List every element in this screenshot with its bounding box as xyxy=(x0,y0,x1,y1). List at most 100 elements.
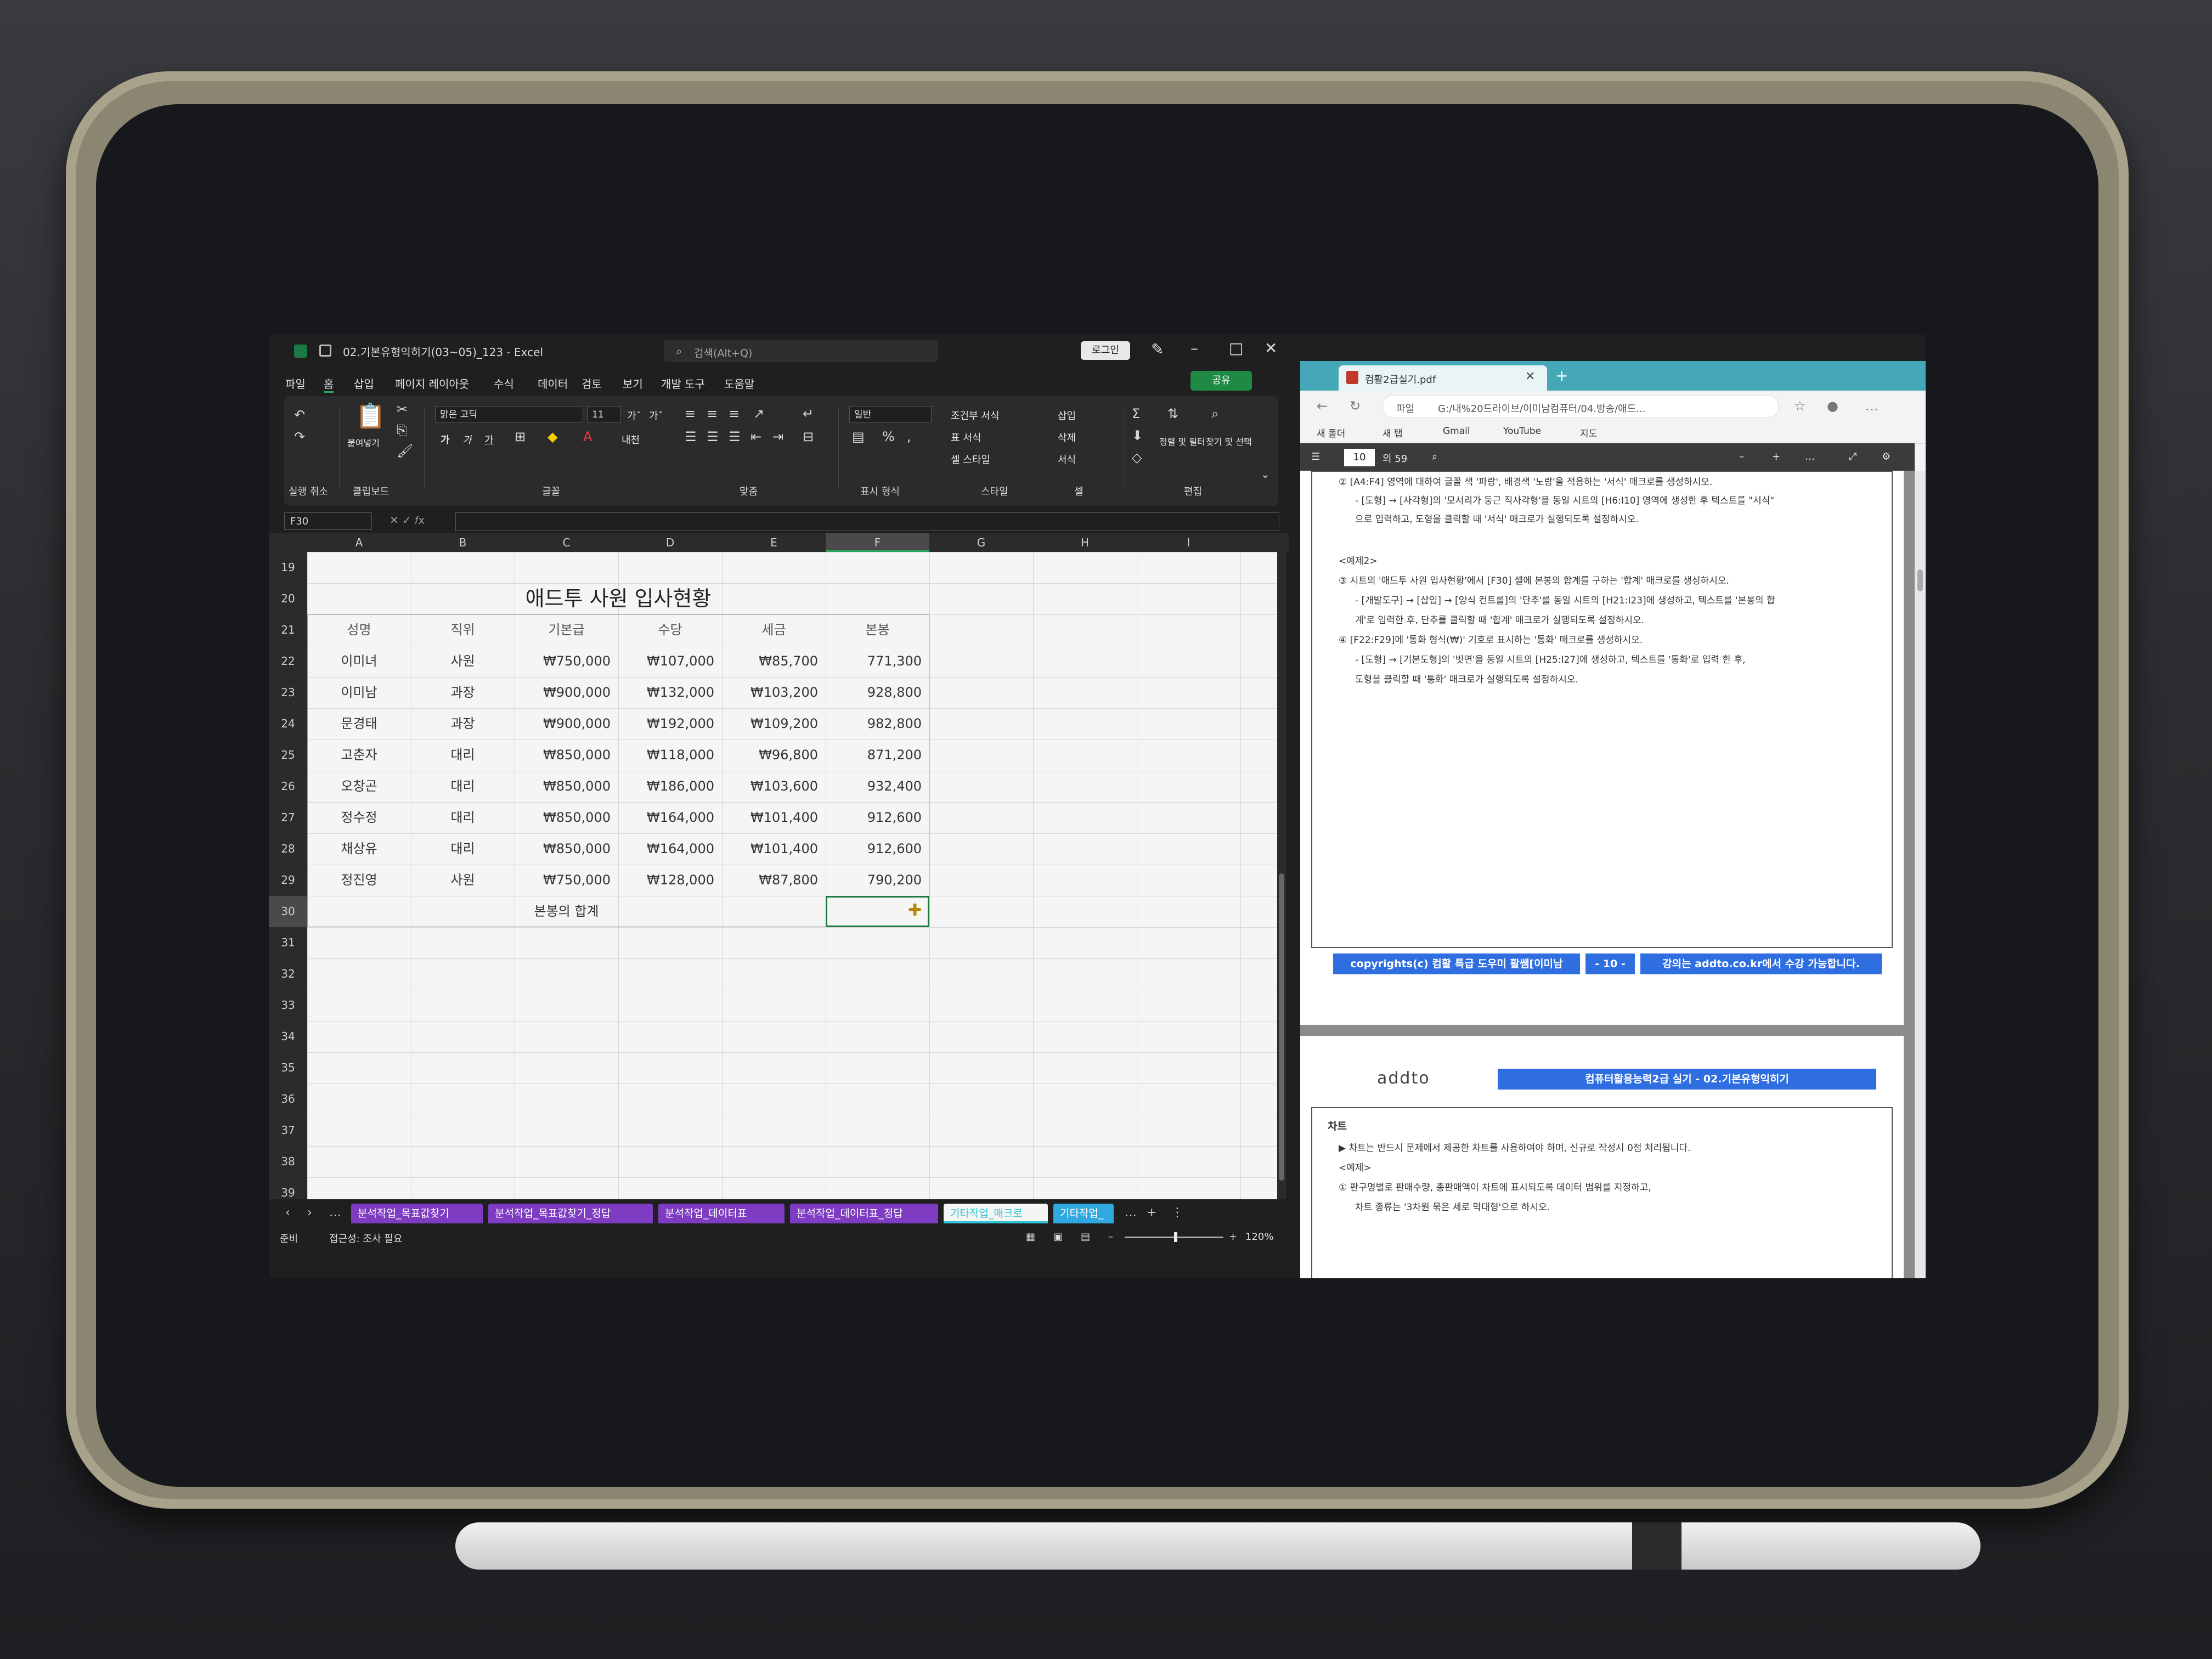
align-left-icon[interactable]: ☰ xyxy=(685,429,697,444)
table-cell[interactable]: 932,400 xyxy=(826,771,929,802)
row-header[interactable]: 21 xyxy=(269,614,307,646)
tab-insert[interactable]: 삽입 xyxy=(354,375,374,391)
tab-view[interactable]: 보기 xyxy=(623,375,643,391)
sheet-tab[interactable]: 분석작업_목표값찾기 xyxy=(351,1204,483,1223)
formula-buttons[interactable]: ✕ ✓ 𝑓x xyxy=(390,514,425,527)
accessibility-status[interactable]: 접근성: 조사 필요 xyxy=(329,1231,402,1245)
vertical-scrollbar[interactable] xyxy=(1277,533,1286,1199)
table-format-button[interactable]: 표 서식 xyxy=(951,430,981,444)
menu-icon[interactable]: … xyxy=(1865,398,1878,414)
table-cell[interactable]: 사원 xyxy=(411,865,515,896)
font-name-select[interactable]: 맑은 고딕 xyxy=(435,406,583,422)
tab-page-layout[interactable]: 페이지 레이아웃 xyxy=(395,375,469,391)
indent-decrease-icon[interactable]: ⇤ xyxy=(751,429,761,444)
table-cell[interactable]: 대리 xyxy=(411,833,515,865)
table-cell[interactable]: ₩107,000 xyxy=(618,646,722,677)
table-cell[interactable]: ₩101,400 xyxy=(722,833,826,865)
paste-icon[interactable]: 📋 xyxy=(356,402,386,430)
zoom-out-icon[interactable]: – xyxy=(1108,1231,1113,1243)
contents-icon[interactable]: ☰ xyxy=(1311,451,1320,462)
insert-cells-button[interactable]: 삽입 xyxy=(1058,408,1076,422)
save-icon[interactable] xyxy=(319,345,331,357)
bold-icon[interactable]: 가 xyxy=(441,432,450,447)
browser-tab[interactable]: 컴활2급실기.pdf ✕ xyxy=(1339,365,1547,391)
table-cell[interactable]: ₩87,800 xyxy=(722,865,826,896)
table-cell[interactable]: ₩850,000 xyxy=(515,802,618,833)
find-icon[interactable]: ⌕ xyxy=(1211,406,1218,421)
underline-icon[interactable]: 가 xyxy=(484,432,494,447)
table-cell[interactable]: 문경태 xyxy=(307,708,411,740)
add-sheet-icon[interactable]: + xyxy=(1147,1206,1156,1220)
table-cell[interactable]: 사원 xyxy=(411,646,515,677)
maximize-icon[interactable]: □ xyxy=(1229,339,1243,357)
select-all-corner[interactable] xyxy=(269,533,307,552)
sheet-more-icon[interactable]: … xyxy=(329,1206,341,1220)
table-cell[interactable]: ₩750,000 xyxy=(515,865,618,896)
bookmark-item[interactable]: YouTube xyxy=(1503,426,1541,437)
table-cell[interactable]: 982,800 xyxy=(826,708,929,740)
align-middle-icon[interactable]: ≡ xyxy=(707,406,718,421)
table-cell[interactable]: 대리 xyxy=(411,771,515,802)
table-cell[interactable]: ₩186,000 xyxy=(618,771,722,802)
zoom-out-icon[interactable]: – xyxy=(1739,451,1744,462)
column-header-i[interactable]: I xyxy=(1137,533,1240,552)
table-cell[interactable]: ₩109,200 xyxy=(722,708,826,740)
table-cell[interactable]: ₩850,000 xyxy=(515,833,618,865)
align-right-icon[interactable]: ☰ xyxy=(729,429,741,444)
table-cell[interactable]: ₩850,000 xyxy=(515,740,618,771)
font-grow-icon[interactable]: 가ˆ xyxy=(627,408,641,422)
row-header[interactable]: 34 xyxy=(269,1021,307,1052)
table-cell[interactable]: ₩900,000 xyxy=(515,708,618,740)
row-header[interactable]: 38 xyxy=(269,1146,307,1177)
close-icon[interactable]: ✕ xyxy=(1265,339,1277,357)
table-cell[interactable]: ₩850,000 xyxy=(515,771,618,802)
row-header[interactable]: 35 xyxy=(269,1052,307,1084)
sheet-more-icon[interactable]: … xyxy=(1125,1206,1137,1220)
profile-icon[interactable]: ● xyxy=(1827,398,1838,414)
table-cell[interactable]: ₩101,400 xyxy=(722,802,826,833)
pdf-scrollbar[interactable] xyxy=(1915,471,1926,1278)
tab-home[interactable]: 홈 xyxy=(324,375,334,393)
favorite-icon[interactable]: ☆ xyxy=(1794,398,1806,414)
align-bottom-icon[interactable]: ≡ xyxy=(729,406,740,421)
border-icon[interactable]: ⊞ xyxy=(515,429,526,444)
table-cell[interactable]: 과장 xyxy=(411,677,515,708)
table-cell[interactable]: ₩164,000 xyxy=(618,802,722,833)
table-cell[interactable]: ₩164,000 xyxy=(618,833,722,865)
tab-split-icon[interactable]: ⋮ xyxy=(1171,1206,1183,1220)
row-header[interactable]: 20 xyxy=(269,583,307,614)
phonetic-icon[interactable]: 내천 xyxy=(622,432,640,447)
row-header[interactable]: 36 xyxy=(269,1084,307,1115)
table-cell[interactable]: 912,600 xyxy=(826,802,929,833)
row-header[interactable]: 37 xyxy=(269,1115,307,1146)
ribbon-collapse-icon[interactable]: ⌄ xyxy=(1261,467,1270,481)
redo-icon[interactable]: ↷ xyxy=(294,429,305,444)
row-header[interactable]: 27 xyxy=(269,802,307,833)
row-header[interactable]: 31 xyxy=(269,927,307,958)
tab-formulas[interactable]: 수식 xyxy=(494,375,514,391)
zoom-slider-knob[interactable] xyxy=(1174,1232,1177,1242)
column-header-f[interactable]: F xyxy=(826,533,929,552)
scrollbar-thumb[interactable] xyxy=(1279,873,1284,1181)
column-header-b[interactable]: B xyxy=(411,533,515,552)
fill-color-icon[interactable]: ◆ xyxy=(548,429,557,444)
table-header-cell[interactable]: 수당 xyxy=(618,614,722,646)
new-tab-icon[interactable]: + xyxy=(1555,366,1568,385)
paste-button[interactable]: 붙여넣기 xyxy=(347,436,380,449)
row-header[interactable]: 28 xyxy=(269,833,307,865)
normal-view-icon[interactable]: ▦ xyxy=(1026,1231,1035,1243)
table-cell[interactable]: 오창곤 xyxy=(307,771,411,802)
table-cell[interactable]: 과장 xyxy=(411,708,515,740)
sort-filter-icon[interactable]: ⇅ xyxy=(1167,406,1178,421)
bookmark-item[interactable]: Gmail xyxy=(1443,426,1470,437)
table-cell[interactable]: 790,200 xyxy=(826,865,929,896)
font-shrink-icon[interactable]: 가ˇ xyxy=(649,408,663,422)
tab-data[interactable]: 데이터 xyxy=(538,375,568,391)
bookmark-item[interactable]: 지도 xyxy=(1580,426,1597,439)
column-header-c[interactable]: C xyxy=(515,533,618,552)
row-header[interactable]: 32 xyxy=(269,958,307,990)
table-cell[interactable]: ₩900,000 xyxy=(515,677,618,708)
address-bar[interactable]: 파일 G:/내%20드라이브/이미남컴퓨터/04.방송/애드... xyxy=(1383,395,1779,418)
sheet-tab[interactable]: 기타작업_ xyxy=(1053,1204,1114,1223)
copy-icon[interactable]: ⎘ xyxy=(397,422,407,438)
